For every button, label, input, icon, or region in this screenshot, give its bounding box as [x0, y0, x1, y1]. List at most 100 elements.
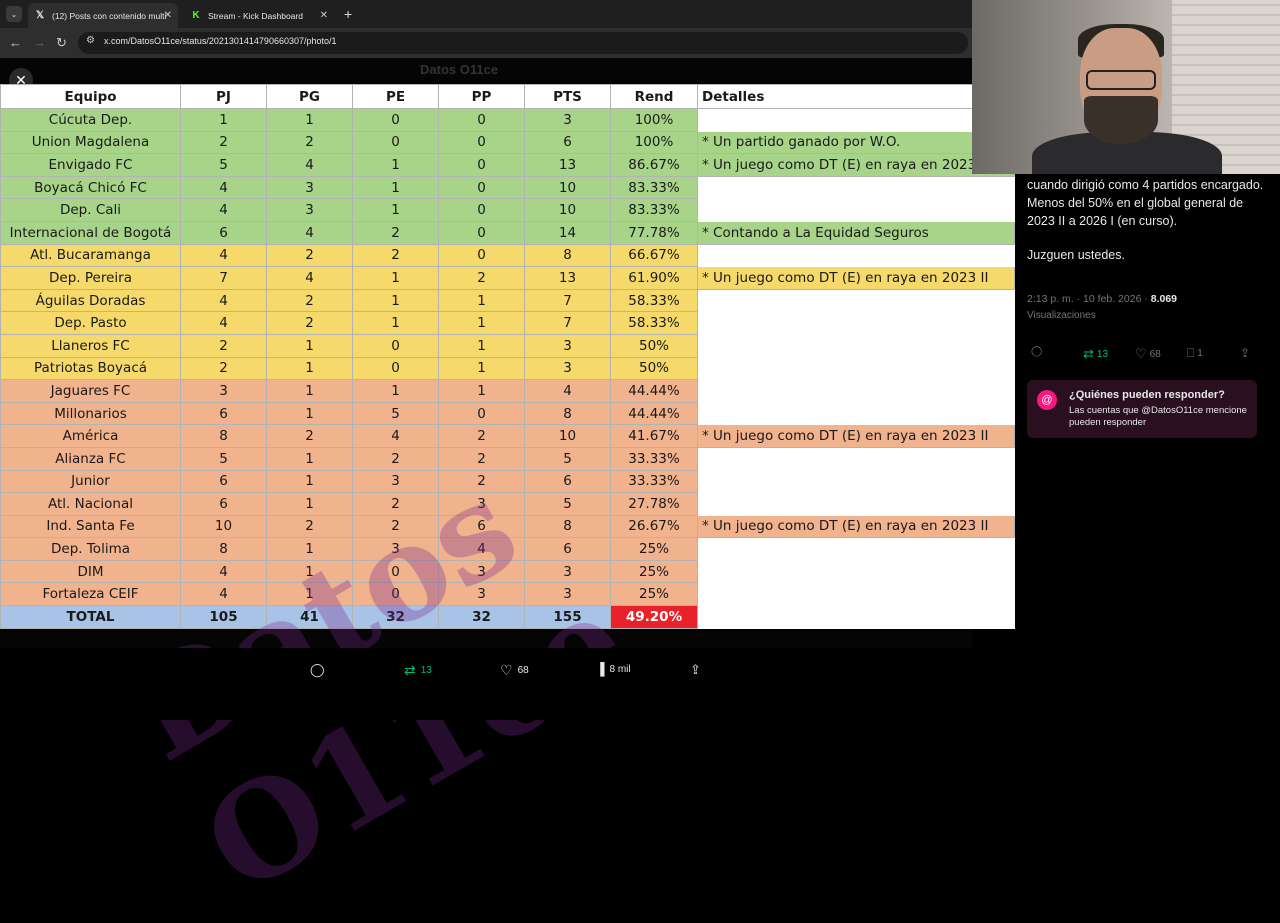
tweet-line: cuando dirigió como 4 partidos encargado… [1027, 178, 1264, 192]
close-icon[interactable]: ✕ [320, 10, 328, 21]
cell-pp: 2 [438, 446, 525, 471]
table-row: Internacional de Bogotá 6 4 2 0 14 77.78% * Con… [0, 220, 1015, 245]
cell-pe: 1 [352, 153, 439, 177]
cell-pts: 6 [524, 469, 611, 494]
streamer-glasses [1086, 70, 1156, 90]
like-button[interactable]: ♡ 68 [500, 662, 529, 679]
total-pts: 155 [524, 605, 611, 629]
cell-pj: 8 [180, 424, 267, 448]
cell-pg: 2 [266, 424, 353, 448]
table-row: Atl. Bucaramanga 4 2 2 0 8 66.67% [0, 243, 1015, 268]
cell-rend: 44.44% [610, 379, 698, 403]
views-button[interactable]: ▐ 8 mil [596, 662, 631, 676]
cell-pe: 5 [352, 401, 439, 426]
webcam-overlay [972, 0, 1280, 174]
cell-pj: 6 [180, 469, 267, 494]
tweet-timestamp[interactable]: 2:13 p. m. · 10 feb. 2026 · [1027, 293, 1151, 305]
cell-team: DIM [0, 559, 181, 584]
bookmark-button[interactable]: ⎕ 1 [1187, 346, 1203, 361]
heart-icon: ♡ [500, 662, 513, 678]
retweet-count: 13 [1096, 348, 1109, 360]
bar-chart-icon: ▐ [596, 662, 605, 676]
reload-icon[interactable]: ↻ [56, 35, 67, 51]
reply-description: Las cuentas que @DatosO11ce mencione pue… [1069, 405, 1247, 428]
cell-detalles: * Contando a La Equidad Seguros [697, 220, 1015, 245]
cell-pts: 3 [524, 582, 611, 607]
table-row: Dep. Cali 4 3 1 0 10 83.33% [0, 198, 1015, 222]
tab-posts[interactable]: 𝕏 (12) Posts con contenido multi ✕ [28, 3, 178, 28]
cell-pp: 1 [438, 311, 525, 335]
cell-pg: 1 [266, 356, 353, 381]
new-tab-button[interactable]: + [344, 6, 352, 22]
total-pp: 32 [438, 605, 525, 629]
close-icon[interactable]: ✕ [164, 10, 172, 21]
retweet-button[interactable]: ⇄ 13 [404, 662, 432, 679]
cell-rend: 25% [610, 559, 698, 584]
tweet-views-label: Visualizaciones [1027, 310, 1096, 321]
cell-team: Millonarios [0, 401, 181, 426]
forward-icon[interactable]: → [33, 35, 46, 50]
cell-team: Dep. Cali [0, 198, 181, 222]
cell-team: América [0, 424, 181, 448]
tab-search-button[interactable]: ⌄ [6, 6, 22, 22]
tweet-text: cuando dirigió como 4 partidos encargado… [1027, 176, 1267, 264]
cell-pts: 4 [524, 379, 611, 403]
cell-rend: 58.33% [610, 288, 698, 313]
cell-pj: 4 [180, 175, 267, 200]
stats-table: Equipo PJ PG PE PP PTS Rend Detalles Cúc… [0, 84, 1015, 629]
kick-icon: K [192, 10, 200, 21]
cell-pts: 3 [524, 559, 611, 584]
cell-team: Internacional de Bogotá [0, 220, 181, 245]
total-row: TOTAL 105 41 32 32 155 49.20% [0, 605, 1015, 629]
table-row: Fortaleza CEIF 4 1 0 3 3 25% [0, 582, 1015, 607]
cell-pg: 2 [266, 311, 353, 335]
cell-pj: 7 [180, 266, 267, 290]
cell-pe: 1 [352, 288, 439, 313]
table-header-row: Equipo PJ PG PE PP PTS Rend Detalles [0, 84, 1015, 109]
cell-detalles [697, 559, 1015, 584]
cell-pp: 2 [438, 266, 525, 290]
cell-rend: 58.33% [610, 311, 698, 335]
table-row: Atl. Nacional 6 1 2 3 5 27.78% [0, 492, 1015, 516]
retweet-button[interactable]: ⇄ 13 [1083, 346, 1108, 362]
like-button[interactable]: ♡ 68 [1135, 346, 1161, 362]
share-icon[interactable]: ⇪ [690, 662, 701, 678]
cell-detalles [697, 582, 1015, 607]
like-count: 68 [1149, 348, 1161, 360]
cell-rend: 25% [610, 537, 698, 561]
site-info-icon[interactable]: ⚙ [86, 35, 95, 46]
table-row: Dep. Pasto 4 2 1 1 7 58.33% [0, 311, 1015, 335]
cell-detalles [697, 379, 1015, 403]
total-pj: 105 [180, 605, 267, 629]
table-row: DIM 4 1 0 3 3 25% [0, 559, 1015, 584]
tab-kick[interactable]: K Stream - Kick Dashboard ✕ [184, 3, 334, 28]
cell-pj: 6 [180, 220, 267, 245]
cell-detalles: * Un juego como DT (E) en raya en 2023 I… [697, 424, 1015, 448]
cell-team: Boyacá Chicó FC [0, 175, 181, 200]
cell-team: Águilas Doradas [0, 288, 181, 313]
header-pp: PP [438, 84, 525, 109]
reply-icon[interactable]: ◯ [310, 662, 325, 678]
back-icon[interactable]: ← [9, 35, 22, 50]
cell-detalles [697, 175, 1015, 200]
cell-pe: 0 [352, 559, 439, 584]
ghost-account-name: Datos O11ce [420, 62, 499, 77]
reply-icon[interactable]: ◯ [1031, 346, 1042, 357]
cell-pp: 4 [438, 537, 525, 561]
tweet-actions: ◯ ⇄ 13 ♡ 68 ⎕ 1 ⇪ [1027, 346, 1255, 362]
cell-team: Envigado FC [0, 153, 181, 177]
cell-rend: 100% [610, 108, 698, 132]
table-row: Dep. Tolima 8 1 3 4 6 25% [0, 537, 1015, 561]
cell-detalles [697, 333, 1015, 358]
cell-pg: 3 [266, 175, 353, 200]
cell-pts: 8 [524, 243, 611, 268]
cell-rend: 77.78% [610, 220, 698, 245]
cell-pp: 0 [438, 401, 525, 426]
cell-pg: 1 [266, 469, 353, 494]
cell-rend: 41.67% [610, 424, 698, 448]
cell-pg: 2 [266, 130, 353, 155]
share-icon[interactable]: ⇪ [1240, 346, 1250, 360]
cell-pe: 0 [352, 108, 439, 132]
cell-pts: 7 [524, 288, 611, 313]
cell-pg: 1 [266, 333, 353, 358]
